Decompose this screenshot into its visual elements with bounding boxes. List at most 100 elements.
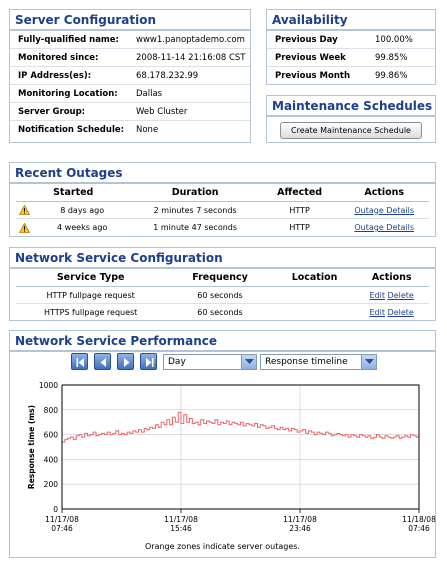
server-config-value: Web Cluster — [136, 106, 188, 117]
server-config-list: Fully-qualified name: www1.panoptademo.co… — [10, 31, 250, 139]
server-config-key: Fully-qualified name: — [18, 34, 119, 45]
service-frequency: 60 seconds — [197, 290, 243, 300]
chart-x-tick-label: 11/17/08 — [164, 515, 198, 524]
server-config-key: Monitored since: — [18, 52, 99, 63]
server-config-row: Notification Schedule: None — [10, 121, 250, 139]
col-duration: Duration — [171, 187, 219, 198]
metric-select-arrow[interactable] — [361, 355, 376, 369]
service-row: HTTPS fullpage request 60 seconds Edit Del… — [16, 304, 429, 321]
outage-affected: HTTP — [289, 223, 310, 232]
outage-row: 4 weeks ago 1 minute 47 seconds HTTP Outage… — [16, 219, 429, 236]
chart-x-ticks: 11/17/0807:4611/17/0815:4611/17/0823:461… — [45, 509, 436, 533]
availability-row: Previous Day 100.00% — [267, 31, 435, 49]
first-page-button[interactable] — [71, 353, 88, 370]
availability-panel: Availability Previous Day 100.00% Previous… — [266, 9, 436, 85]
chart-y-tick-label: 200 — [44, 480, 59, 489]
maintenance-title: Maintenance Schedules — [267, 96, 435, 117]
server-config-row: Monitored since: 2008-11-14 21:16:08 CST — [10, 49, 250, 67]
services-list: HTTP fullpage request 60 seconds Edit Dele… — [16, 287, 429, 321]
chart-grid — [62, 385, 419, 509]
server-config-row: Server Group: Web Cluster — [10, 103, 250, 121]
chart-x-tick-label: 23:46 — [289, 524, 311, 533]
server-config-value: Dallas — [136, 88, 163, 99]
server-config-value: www1.panoptademo.com — [136, 34, 245, 45]
availability-value: 99.85% — [375, 52, 408, 63]
recent-outages-title: Recent Outages — [10, 163, 435, 184]
server-config-key: Monitoring Location: — [18, 88, 118, 99]
outage-started: 8 days ago — [60, 205, 105, 215]
availability-list: Previous Day 100.00% Previous Week 99.85% Pr… — [267, 31, 435, 85]
server-config-key: Notification Schedule: — [18, 125, 125, 135]
server-config-value: 2008-11-14 21:16:08 CST — [136, 52, 246, 63]
outage-details-link[interactable]: Outage Details — [354, 206, 414, 215]
create-maintenance-schedule-button[interactable]: Create Maintenance Schedule — [280, 122, 422, 139]
server-config-title: Server Configuration — [10, 10, 250, 31]
chart-x-tick-label: 11/18/08 — [402, 515, 436, 524]
recent-outages-panel: Recent Outages Started Duration Affected… — [9, 162, 436, 237]
availability-row: Previous Month 99.86% — [267, 67, 435, 85]
previous-page-icon — [100, 358, 106, 367]
period-select[interactable]: Day — [163, 354, 257, 370]
chart-y-tick-label: 600 — [44, 431, 59, 440]
col-actions: Actions — [364, 187, 405, 198]
previous-page-button[interactable] — [94, 353, 111, 370]
edit-service-link[interactable]: Edit — [370, 308, 386, 317]
server-config-value: None — [136, 125, 159, 135]
last-page-button[interactable] — [140, 353, 157, 370]
chart-y-axis-label: Response time (ms) — [27, 405, 36, 489]
delete-service-link[interactable]: Delete — [388, 308, 414, 317]
server-config-row: IP Address(es): 68.178.232.99 — [10, 67, 250, 85]
col-affected: Affected — [277, 187, 323, 198]
chart-x-tick-label: 11/17/08 — [283, 515, 317, 524]
col-location: Location — [291, 272, 338, 283]
service-actions-cell: Edit Delete — [354, 291, 429, 300]
availability-period: Previous Week — [275, 52, 346, 63]
availability-title: Availability — [267, 10, 435, 31]
performance-footnote: Orange zones indicate server outages. — [145, 542, 300, 551]
server-config-row: Fully-qualified name: www1.panoptademo.co… — [10, 31, 250, 49]
metric-select-value: Response timeline — [265, 357, 348, 367]
response-time-series-line — [62, 411, 420, 443]
outage-row: 8 days ago 2 minutes 7 seconds HTTP Outage … — [16, 202, 429, 219]
chart-y-tick-label: 400 — [44, 455, 59, 464]
network-service-config-panel: Network Service Configuration Service Ty… — [9, 247, 436, 321]
chart-x-tick-label: 15:46 — [170, 524, 192, 533]
chart-plot-area — [61, 384, 420, 510]
last-page-icon — [146, 358, 154, 367]
availability-value: 99.86% — [375, 71, 408, 81]
outage-details-link[interactable]: Outage Details — [354, 223, 414, 232]
col-frequency: Frequency — [192, 272, 248, 283]
delete-service-link[interactable]: Delete — [388, 291, 414, 300]
chart-y-tick-label: 0 — [53, 505, 58, 514]
chart-x-tick-label: 11/17/08 — [45, 515, 79, 524]
server-config-panel: Server Configuration Fully-qualified nam… — [9, 9, 251, 143]
warning-icon — [16, 205, 34, 215]
outages-list: 8 days ago 2 minutes 7 seconds HTTP Outage … — [16, 202, 429, 236]
chevron-down-icon — [245, 359, 254, 364]
metric-select[interactable]: Response timeline — [260, 354, 377, 370]
outage-started: 4 weeks ago — [57, 223, 108, 232]
service-frequency: 60 seconds — [197, 308, 243, 317]
performance-title: Network Service Performance — [10, 331, 435, 352]
next-page-icon — [124, 358, 130, 367]
outage-duration: 2 minutes 7 seconds — [153, 205, 237, 215]
warning-icon — [16, 222, 34, 233]
services-header-row: Service Type Frequency Location Actions — [16, 269, 429, 287]
chart-x-tick-label: 07:46 — [408, 524, 430, 533]
service-actions-cell: Edit Delete — [354, 308, 429, 317]
outage-actions-cell: Outage Details — [339, 206, 429, 215]
col-service-type: Service Type — [56, 272, 125, 283]
availability-row: Previous Week 99.85% — [267, 49, 435, 67]
col-started: Started — [53, 187, 94, 198]
server-config-key: IP Address(es): — [18, 70, 92, 81]
service-type: HTTP fullpage request — [46, 290, 135, 300]
maintenance-panel: Maintenance Schedules Create Maintenance… — [266, 95, 436, 143]
availability-period: Previous Month — [275, 71, 351, 81]
edit-service-link[interactable]: Edit — [370, 291, 386, 300]
period-select-value: Day — [168, 357, 186, 367]
period-select-arrow[interactable] — [241, 355, 256, 369]
next-page-button[interactable] — [117, 353, 134, 370]
availability-period: Previous Day — [275, 34, 338, 45]
service-type: HTTPS fullpage request — [43, 308, 138, 317]
server-config-key: Server Group: — [18, 106, 86, 117]
